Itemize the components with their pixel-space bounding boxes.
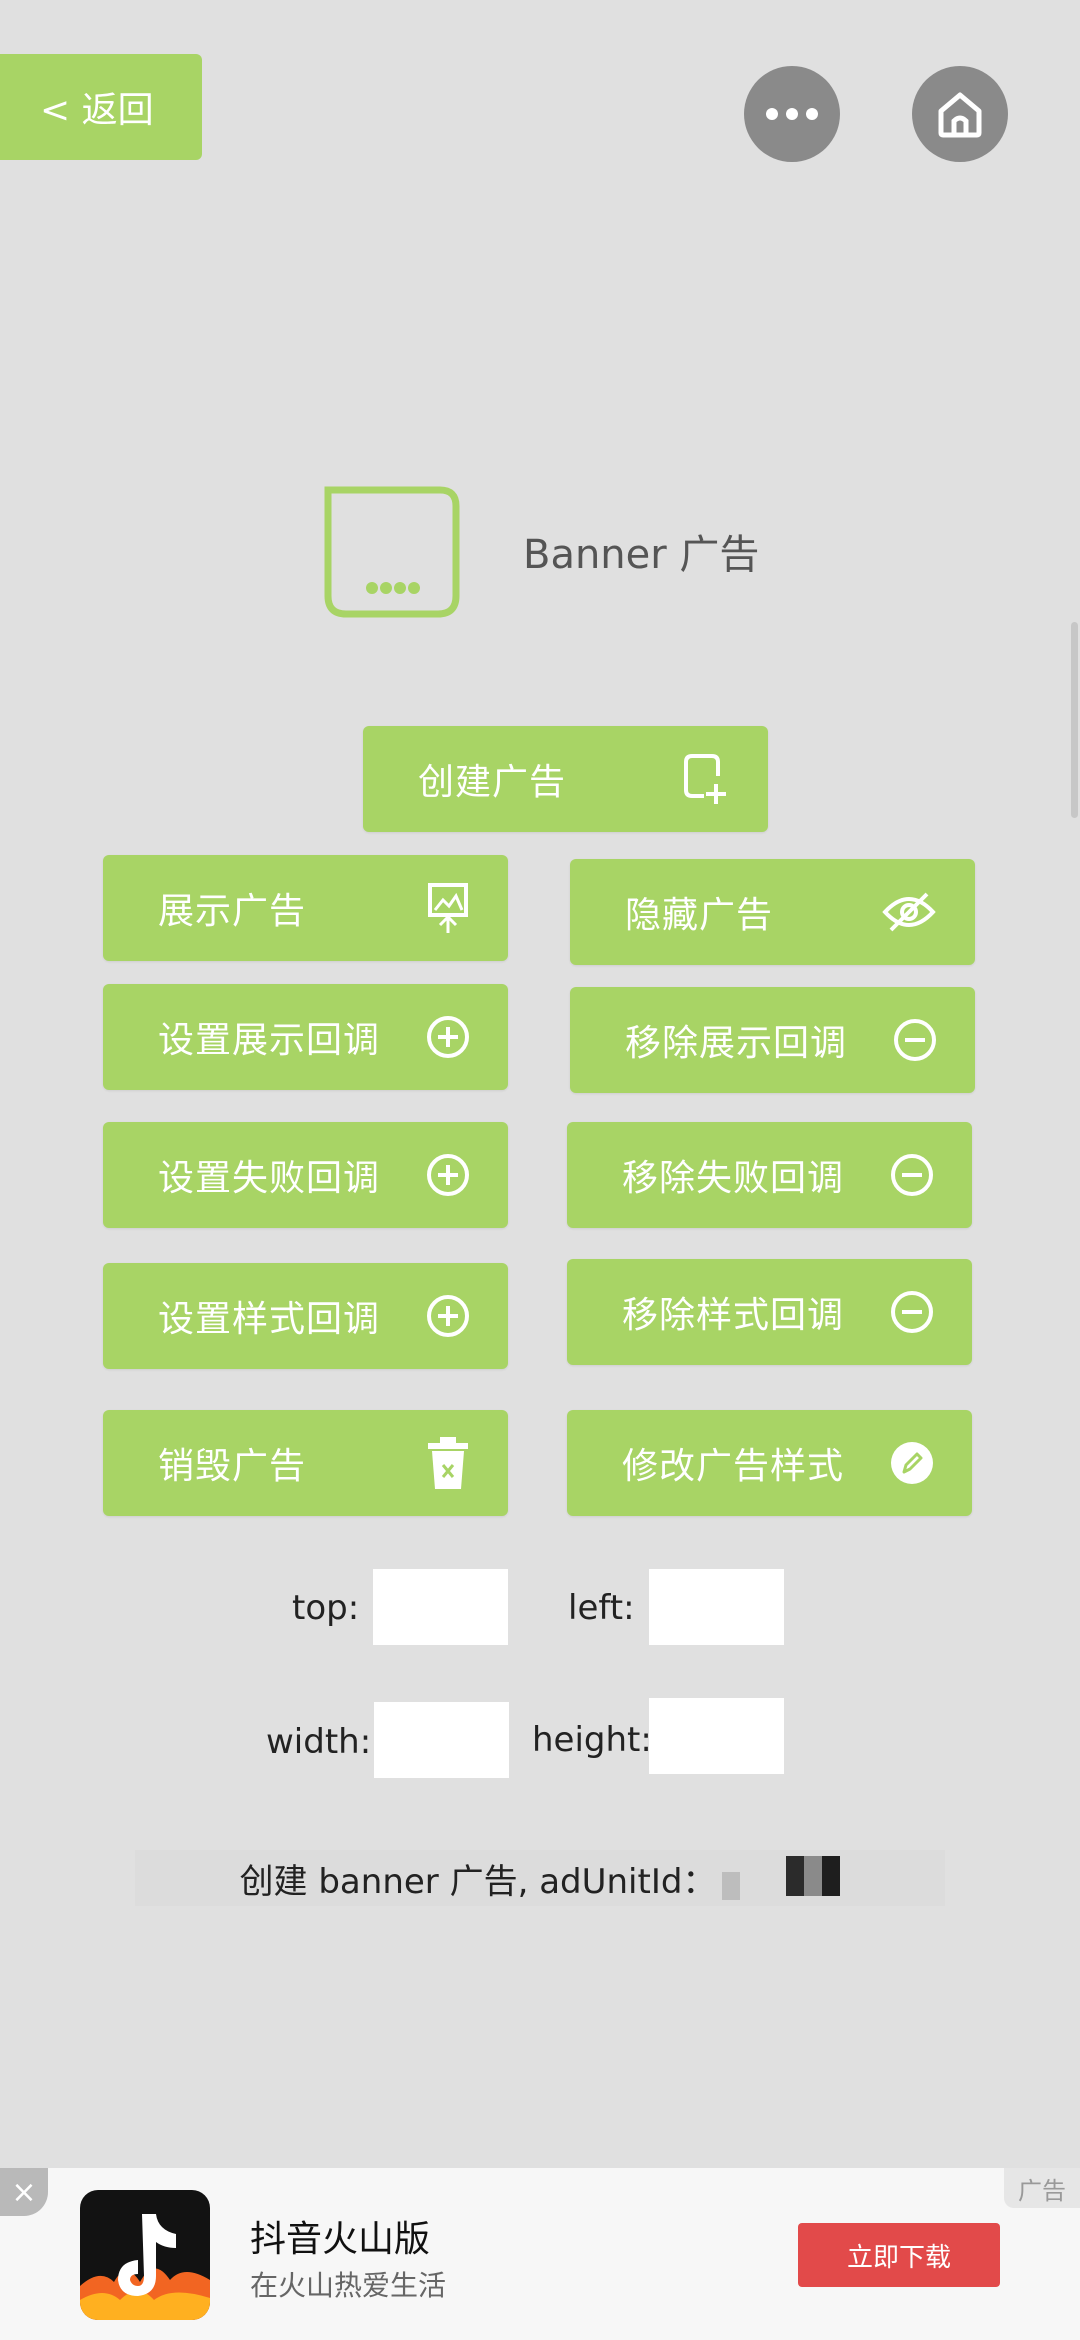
set-style-callback-label: 设置样式回调 — [158, 1299, 381, 1340]
height-label: height: — [532, 1720, 652, 1760]
top-label: top: — [292, 1588, 360, 1628]
remove-show-callback-button[interactable]: 移除展示回调 — [570, 987, 975, 1093]
modify-ad-style-label: 修改广告样式 — [622, 1446, 845, 1487]
more-icon — [766, 108, 818, 120]
ad-close-button[interactable]: × — [0, 2168, 48, 2216]
plus-circle-icon — [427, 1154, 469, 1196]
scrollbar[interactable] — [1071, 622, 1078, 818]
set-fail-callback-label: 设置失败回调 — [158, 1158, 381, 1199]
minus-circle-icon — [891, 1291, 933, 1333]
banner-ad-icon — [324, 486, 460, 618]
plus-circle-icon — [427, 1295, 469, 1337]
left-label: left: — [568, 1588, 635, 1628]
back-label: < 返回 — [40, 90, 154, 131]
remove-fail-callback-button[interactable]: 移除失败回调 — [567, 1122, 972, 1228]
remove-show-callback-label: 移除展示回调 — [625, 1023, 848, 1064]
trash-icon — [428, 1437, 468, 1489]
left-input[interactable] — [649, 1569, 784, 1645]
set-show-callback-button[interactable]: 设置展示回调 — [103, 984, 508, 1090]
minus-circle-icon — [894, 1019, 936, 1061]
show-ad-label: 展示广告 — [158, 891, 307, 932]
hide-ad-button[interactable]: 隐藏广告 — [570, 859, 975, 965]
more-button[interactable] — [744, 66, 840, 162]
width-input[interactable] — [374, 1702, 509, 1778]
download-button[interactable]: 立即下载 — [798, 2223, 1000, 2287]
ad-app-name: 抖音火山版 — [250, 2219, 431, 2260]
close-icon: × — [11, 2174, 37, 2210]
back-button[interactable]: < 返回 — [0, 54, 202, 160]
remove-style-callback-button[interactable]: 移除样式回调 — [567, 1259, 972, 1365]
add-square-icon — [684, 754, 726, 804]
ad-app-description: 在火山热爱生活 — [250, 2269, 447, 2302]
width-label: width: — [266, 1722, 372, 1762]
create-status-text: 创建 banner 广告, adUnitId： — [239, 1861, 717, 1902]
show-ad-button[interactable]: 展示广告 — [103, 855, 508, 961]
remove-style-callback-label: 移除样式回调 — [622, 1295, 845, 1336]
destroy-ad-label: 销毁广告 — [158, 1446, 307, 1487]
redacted-id — [722, 1856, 841, 1900]
ad-tag: 广告 — [1004, 2168, 1080, 2208]
app-icon[interactable] — [80, 2190, 210, 2320]
set-show-callback-label: 设置展示回调 — [158, 1020, 381, 1061]
hide-ad-label: 隐藏广告 — [625, 895, 774, 936]
create-ad-button[interactable]: 创建广告 — [363, 726, 768, 832]
home-button[interactable] — [912, 66, 1008, 162]
page-title: Banner 广告 — [523, 532, 760, 578]
top-input[interactable] — [373, 1569, 508, 1645]
plus-circle-icon — [427, 1016, 469, 1058]
height-input[interactable] — [649, 1698, 784, 1774]
download-label: 立即下载 — [846, 2242, 951, 2273]
set-fail-callback-button[interactable]: 设置失败回调 — [103, 1122, 508, 1228]
modify-ad-style-button[interactable]: 修改广告样式 — [567, 1410, 972, 1516]
home-icon — [938, 92, 982, 138]
eye-slash-icon — [882, 892, 936, 932]
create-status-note: 创建 banner 广告, adUnitId： — [135, 1850, 945, 1906]
edit-pencil-icon — [891, 1442, 933, 1484]
minus-circle-icon — [891, 1154, 933, 1196]
remove-fail-callback-label: 移除失败回调 — [622, 1158, 845, 1199]
douyin-logo-icon — [80, 2214, 210, 2320]
display-board-icon — [428, 883, 468, 933]
create-ad-label: 创建广告 — [418, 762, 567, 803]
set-style-callback-button[interactable]: 设置样式回调 — [103, 1263, 508, 1369]
destroy-ad-button[interactable]: 销毁广告 — [103, 1410, 508, 1516]
